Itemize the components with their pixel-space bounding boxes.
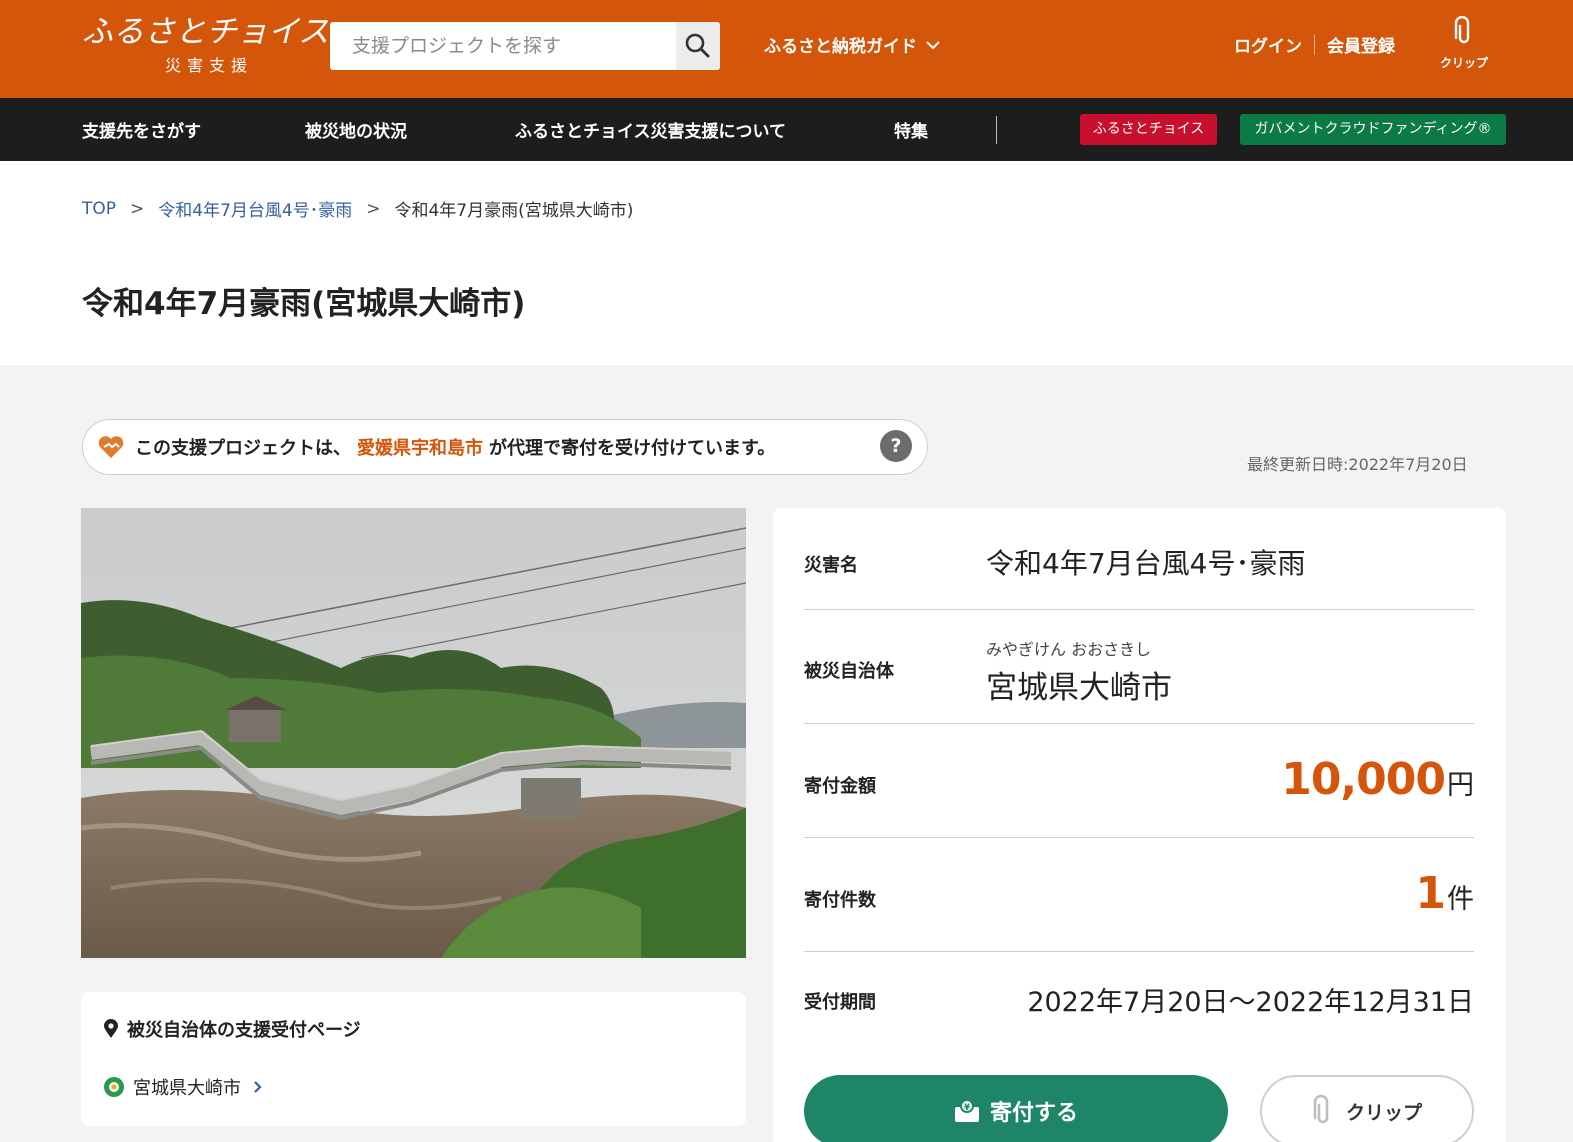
furusato-choice-button[interactable]: ふるさとチョイス bbox=[1080, 114, 1217, 145]
municipal-emblem-icon bbox=[104, 1077, 124, 1097]
paperclip-icon bbox=[1454, 15, 1470, 44]
chevron-right-icon bbox=[254, 1081, 262, 1093]
municipality-label: 被災自治体 bbox=[804, 661, 894, 682]
guide-dropdown[interactable]: ふるさと納税ガイド bbox=[764, 32, 941, 57]
breadcrumb-separator: > bbox=[366, 198, 381, 219]
search-input[interactable] bbox=[330, 22, 676, 70]
breadcrumb-top[interactable]: TOP bbox=[82, 199, 116, 219]
donation-count-value: 1 bbox=[1415, 868, 1446, 919]
search-icon bbox=[685, 33, 710, 58]
handshake-heart-icon bbox=[98, 436, 124, 458]
breadcrumb-separator: > bbox=[130, 198, 145, 219]
disaster-name-label: 災害名 bbox=[804, 555, 858, 576]
municipality-support-card: 被災自治体の支援受付ページ 宮城県大崎市 bbox=[81, 992, 746, 1126]
logo-main-text: ふるさとチョイス bbox=[82, 14, 330, 50]
breadcrumb-current: 令和4年7月豪雨(宮城県大崎市) bbox=[394, 201, 634, 221]
municipality-card-title-text: 被災自治体の支援受付ページ bbox=[127, 1020, 361, 1041]
municipality-card-title: 被災自治体の支援受付ページ bbox=[103, 1016, 361, 1042]
donation-count-unit: 件 bbox=[1447, 884, 1474, 915]
donation-amount-unit: 円 bbox=[1447, 770, 1474, 801]
row-municipality: 被災自治体 みやぎけん おおさきし 宮城県大崎市 bbox=[804, 610, 1474, 724]
notice-text: この支援プロジェクトは、 愛媛県宇和島市 が代理で寄付を受け付けています。 bbox=[135, 434, 775, 460]
notice-municipality-link[interactable]: 愛媛県宇和島市 bbox=[357, 438, 483, 459]
nav-item-features[interactable]: 特集 bbox=[894, 117, 928, 142]
row-donation-amount: 寄付金額 10,000円 bbox=[804, 724, 1474, 838]
clip-button[interactable]: クリップ bbox=[1260, 1075, 1474, 1142]
header-clip-label: クリップ bbox=[1439, 56, 1488, 70]
register-link[interactable]: 会員登録 bbox=[1327, 32, 1395, 57]
nav-item-disaster-status[interactable]: 被災地の状況 bbox=[305, 117, 407, 142]
nav-item-about[interactable]: ふるさとチョイス災害支援について bbox=[515, 117, 786, 142]
government-crowdfunding-button[interactable]: ガバメントクラウドファンディング® bbox=[1240, 114, 1506, 145]
search-box bbox=[330, 22, 720, 70]
divider bbox=[1314, 34, 1315, 55]
donate-button-label: 寄付する bbox=[989, 1101, 1078, 1126]
row-disaster-name: 災害名 令和4年7月台風4号･豪雨 bbox=[804, 508, 1474, 610]
donation-count-label: 寄付件数 bbox=[804, 890, 876, 911]
municipality-link[interactable]: 宮城県大崎市 bbox=[103, 1074, 263, 1100]
paperclip-icon bbox=[1313, 1094, 1329, 1124]
donation-count: 1件 bbox=[1415, 868, 1474, 919]
donation-amount-value: 10,000 bbox=[1281, 754, 1446, 805]
row-acceptance-period: 受付期間 2022年7月20日～2022年12月31日 bbox=[804, 952, 1474, 1048]
search-button[interactable] bbox=[676, 22, 720, 70]
logo-sub-text: 災害支援 bbox=[164, 56, 253, 75]
title-section bbox=[0, 161, 1573, 365]
breadcrumb: TOP > 令和4年7月台風4号･豪雨 > 令和4年7月豪雨(宮城県大崎市) bbox=[82, 196, 634, 222]
svg-text:¥: ¥ bbox=[964, 1103, 971, 1113]
municipality-ruby: みやぎけん おおさきし bbox=[986, 640, 1152, 659]
help-icon[interactable]: ? bbox=[880, 430, 912, 462]
chevron-down-icon bbox=[926, 40, 940, 49]
site-header: ふるさとチョイス 災害支援 ふるさと納税ガイド ログイン 会員登録 クリップ bbox=[0, 0, 1573, 98]
login-link[interactable]: ログイン bbox=[1234, 32, 1302, 57]
acceptance-period-value: 2022年7月20日～2022年12月31日 bbox=[1027, 987, 1474, 1018]
project-details-card: 災害名 令和4年7月台風4号･豪雨 被災自治体 みやぎけん おおさきし 宮城県大… bbox=[773, 508, 1506, 1142]
donation-amount: 10,000円 bbox=[1281, 754, 1474, 805]
nav-divider bbox=[996, 116, 997, 144]
notice-prefix: この支援プロジェクトは、 bbox=[135, 438, 351, 459]
donation-amount-label: 寄付金額 bbox=[804, 776, 876, 797]
location-pin-icon bbox=[104, 1019, 118, 1038]
row-donation-count: 寄付件数 1件 bbox=[804, 838, 1474, 952]
header-clip-button[interactable]: クリップ bbox=[1436, 15, 1492, 76]
page-title: 令和4年7月豪雨(宮城県大崎市) bbox=[82, 286, 526, 322]
breadcrumb-parent[interactable]: 令和4年7月台風4号･豪雨 bbox=[158, 196, 352, 221]
acceptance-period-label: 受付期間 bbox=[804, 992, 876, 1013]
notice-suffix: が代理で寄付を受け付けています。 bbox=[489, 438, 776, 459]
guide-label: ふるさと納税ガイド bbox=[764, 37, 917, 57]
site-logo[interactable]: ふるさとチョイス 災害支援 bbox=[82, 14, 330, 78]
municipality-value: 宮城県大崎市 bbox=[986, 670, 1172, 706]
disaster-photo bbox=[81, 508, 746, 958]
donation-box-icon: ¥ bbox=[954, 1099, 979, 1122]
donate-button[interactable]: ¥ 寄付する bbox=[804, 1075, 1228, 1142]
clip-button-label: クリップ bbox=[1345, 1101, 1422, 1124]
account-links: ログイン 会員登録 bbox=[1234, 32, 1395, 57]
last-updated: 最終更新日時:2022年7月20日 bbox=[1247, 455, 1468, 474]
municipality-link-label: 宮城県大崎市 bbox=[133, 1078, 241, 1099]
nav-item-search-support[interactable]: 支援先をさがす bbox=[82, 117, 201, 142]
proxy-notice: この支援プロジェクトは、 愛媛県宇和島市 が代理で寄付を受け付けています。 bbox=[82, 419, 928, 475]
disaster-name-value: 令和4年7月台風4号･豪雨 bbox=[986, 547, 1306, 580]
